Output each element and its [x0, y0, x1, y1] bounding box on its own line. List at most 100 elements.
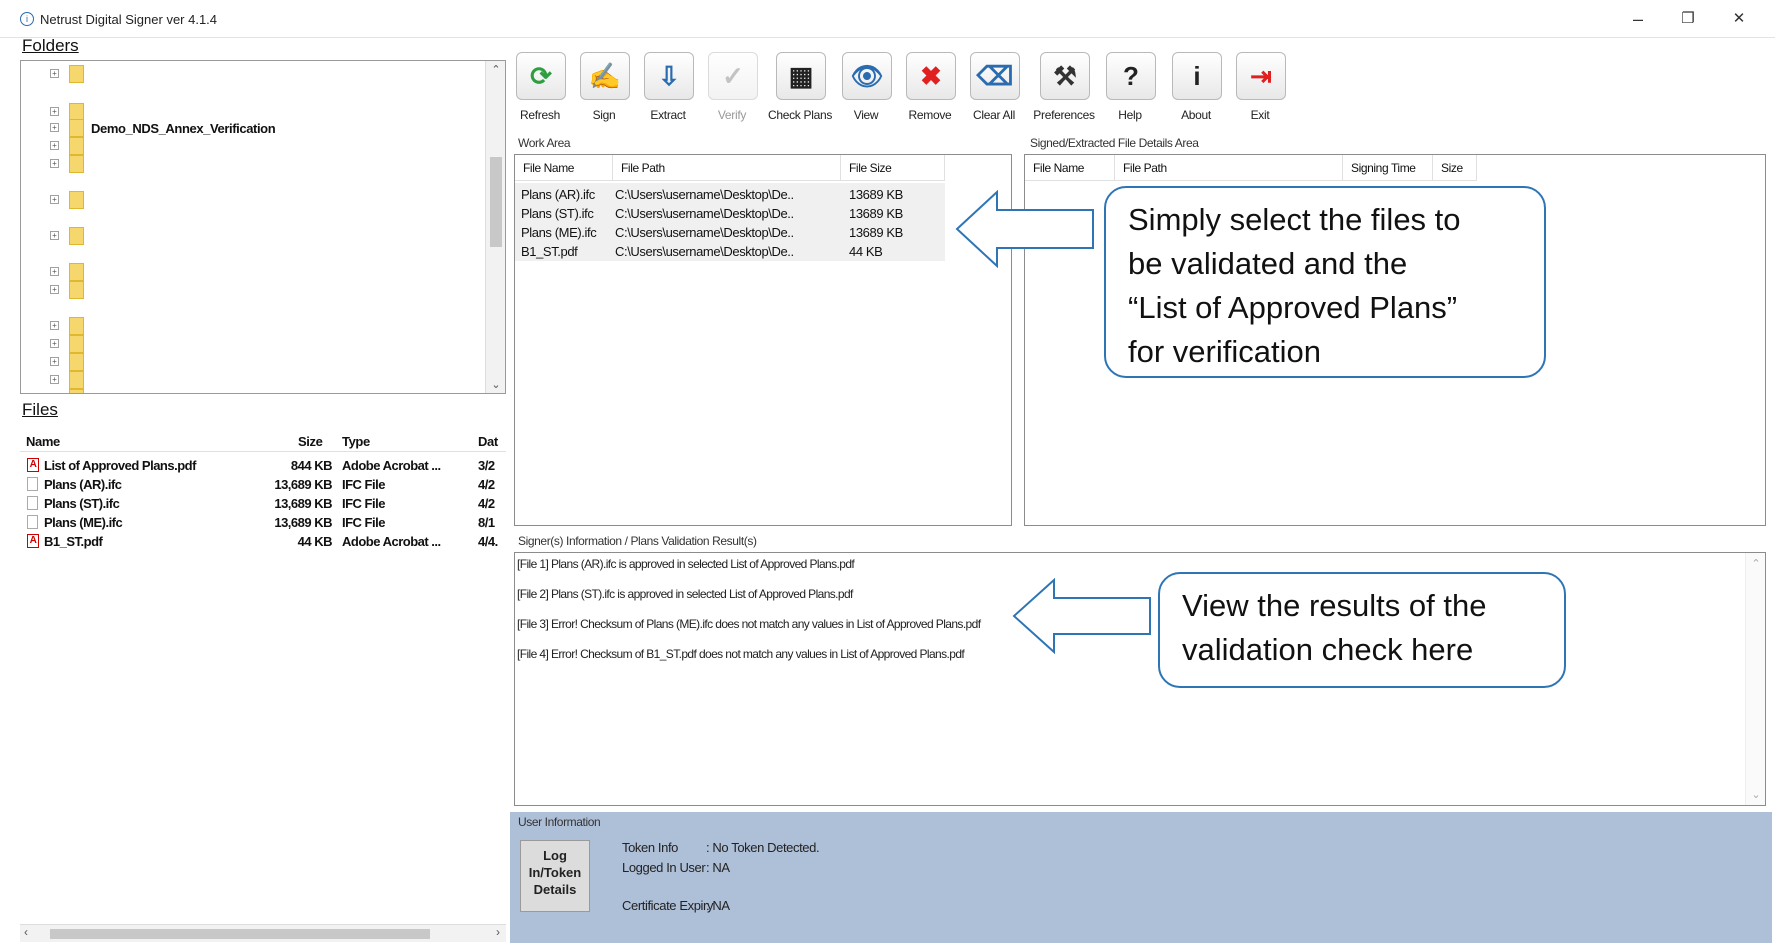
- preferences-button[interactable]: ⚒ Preferences: [1030, 52, 1098, 126]
- folder-tree-item[interactable]: +: [21, 389, 481, 394]
- toolbar: ⟳ Refresh ✍ Sign ⇩ Extract ✓ Verify ▦ Check Plans…: [510, 48, 1772, 126]
- file-list-item[interactable]: Plans (ST).ifc 13,689 KB IFC File 4/2: [20, 494, 506, 513]
- signed-col-signing-time[interactable]: Signing Time: [1343, 155, 1433, 181]
- expand-plus-icon[interactable]: +: [50, 123, 59, 132]
- clear-all-button[interactable]: ⌫ Clear All: [960, 52, 1028, 126]
- expand-plus-icon[interactable]: +: [50, 195, 59, 204]
- expand-plus-icon[interactable]: +: [50, 321, 59, 330]
- expand-plus-icon[interactable]: +: [50, 339, 59, 348]
- file-name: Plans (ST).ifc: [44, 496, 120, 511]
- expand-plus-icon[interactable]: +: [50, 375, 59, 384]
- verify-button[interactable]: ✓ Verify: [698, 52, 766, 126]
- work-area-row[interactable]: Plans (ME).ifc C:\Users\username\Desktop\…: [515, 223, 945, 242]
- scroll-right-icon[interactable]: ›: [496, 925, 500, 939]
- folder-tree-item[interactable]: +: [21, 263, 481, 281]
- logged-in-user-label: Logged In User: [622, 860, 706, 875]
- maximize-button[interactable]: ❐: [1665, 6, 1711, 32]
- signed-area-header: File Name File Path Signing Time Size: [1025, 155, 1477, 181]
- scroll-up-icon[interactable]: ⌃: [1749, 557, 1763, 570]
- work-file-path: C:\Users\username\Desktop\De..: [615, 244, 794, 259]
- work-area-row[interactable]: Plans (AR).ifc C:\Users\username\Desktop\…: [515, 185, 945, 204]
- folder-tree-item[interactable]: +: [21, 353, 481, 371]
- folders-scrollbar[interactable]: ⌃ ⌄: [485, 61, 505, 393]
- folder-tree-item[interactable]: +: [21, 137, 481, 155]
- folders-tree[interactable]: + + + Demo_NDS_Annex_Verification + + + + + + + + + +…: [20, 60, 506, 394]
- folder-tree-item[interactable]: + Demo_NDS_Annex_Verification: [21, 119, 481, 137]
- exit-button[interactable]: ⇥ Exit: [1226, 52, 1294, 126]
- scroll-up-icon[interactable]: ⌃: [489, 63, 503, 76]
- signed-col-file-name[interactable]: File Name: [1025, 155, 1115, 181]
- work-col-file-size[interactable]: File Size: [841, 155, 945, 181]
- folder-icon: [69, 353, 84, 371]
- minimize-button[interactable]: –: [1615, 6, 1661, 32]
- expand-plus-icon[interactable]: +: [50, 69, 59, 78]
- file-size: 13,689 KB: [274, 496, 332, 511]
- callout-line: “List of Approved Plans”: [1128, 290, 1458, 325]
- view-button[interactable]: 👁 View: [832, 52, 900, 126]
- folder-tree-item[interactable]: +: [21, 191, 481, 209]
- signed-col-file-path[interactable]: File Path: [1115, 155, 1343, 181]
- results-scrollbar[interactable]: ⌃ ⌄: [1745, 553, 1765, 805]
- file-list-item[interactable]: A List of Approved Plans.pdf 844 KB Adobe A…: [20, 456, 506, 475]
- file-icon: [27, 515, 38, 529]
- work-file-size: 13689 KB: [849, 187, 903, 202]
- folder-icon: [69, 119, 84, 137]
- folder-tree-item[interactable]: +: [21, 155, 481, 173]
- scroll-thumb[interactable]: [490, 157, 502, 247]
- files-col-size[interactable]: Size: [298, 434, 323, 449]
- check-plans-button[interactable]: ▦ Check Plans: [766, 52, 834, 126]
- hscroll-thumb[interactable]: [50, 929, 430, 939]
- files-col-date[interactable]: Dat: [478, 434, 498, 449]
- folder-tree-item[interactable]: +: [21, 335, 481, 353]
- scroll-left-icon[interactable]: ‹: [24, 925, 28, 939]
- work-col-file-path[interactable]: File Path: [613, 155, 841, 181]
- expand-plus-icon[interactable]: +: [50, 231, 59, 240]
- pdf-icon: A: [27, 458, 39, 472]
- toolbar-button-label: Help: [1118, 108, 1142, 122]
- file-date: 4/2: [478, 477, 495, 492]
- file-list-item[interactable]: Plans (ME).ifc 13,689 KB IFC File 8/1: [20, 513, 506, 532]
- folder-tree-item[interactable]: +: [21, 371, 481, 389]
- refresh-button[interactable]: ⟳ Refresh: [506, 52, 574, 126]
- expand-plus-icon[interactable]: +: [50, 357, 59, 366]
- file-type: Adobe Acrobat ...: [342, 458, 441, 473]
- folder-icon: [69, 191, 84, 209]
- verify-icon: ✓: [708, 52, 758, 100]
- folder-tree-item[interactable]: +: [21, 65, 481, 83]
- about-button[interactable]: i About: [1162, 52, 1230, 126]
- expand-plus-icon[interactable]: +: [50, 393, 59, 394]
- folder-tree-item[interactable]: +: [21, 317, 481, 335]
- expand-plus-icon[interactable]: +: [50, 285, 59, 294]
- file-list-item[interactable]: A B1_ST.pdf 44 KB Adobe Acrobat ... 4/4.: [20, 532, 506, 551]
- files-list[interactable]: Name Size Type Dat A List of Approved Pla…: [20, 424, 506, 942]
- scroll-down-icon[interactable]: ⌄: [1749, 788, 1763, 801]
- close-button[interactable]: ✕: [1716, 6, 1762, 32]
- extract-button[interactable]: ⇩ Extract: [634, 52, 702, 126]
- files-hscrollbar[interactable]: ‹ ›: [20, 924, 506, 942]
- folder-icon: [69, 65, 84, 83]
- files-col-type[interactable]: Type: [342, 434, 370, 449]
- folder-tree-item[interactable]: +: [21, 227, 481, 245]
- work-area-row[interactable]: B1_ST.pdf C:\Users\username\Desktop\De.. 4…: [515, 242, 945, 261]
- login-token-details-button[interactable]: Log In/Token Details: [520, 840, 590, 912]
- expand-plus-icon[interactable]: +: [50, 141, 59, 150]
- toolbar-button-label: Exit: [1250, 108, 1270, 122]
- expand-plus-icon[interactable]: +: [50, 267, 59, 276]
- token-info-value: : No Token Detected.: [706, 840, 820, 855]
- scroll-down-icon[interactable]: ⌄: [489, 378, 503, 391]
- sign-button[interactable]: ✍ Sign: [570, 52, 638, 126]
- remove-button[interactable]: ✖ Remove: [896, 52, 964, 126]
- help-button[interactable]: ? Help: [1096, 52, 1164, 126]
- signed-col-size[interactable]: Size: [1433, 155, 1477, 181]
- folder-tree-item[interactable]: +: [21, 281, 481, 299]
- work-area-grid[interactable]: File Name File Path File Size Plans (AR)…: [514, 154, 1012, 526]
- work-area-row[interactable]: Plans (ST).ifc C:\Users\username\Desktop\…: [515, 204, 945, 223]
- expand-plus-icon[interactable]: +: [50, 159, 59, 168]
- files-col-name[interactable]: Name: [26, 434, 60, 449]
- work-col-file-name[interactable]: File Name: [515, 155, 613, 181]
- qr-code-icon: ▦: [776, 52, 826, 100]
- file-name: Plans (ME).ifc: [44, 515, 123, 530]
- file-list-item[interactable]: Plans (AR).ifc 13,689 KB IFC File 4/2: [20, 475, 506, 494]
- toolbar-button-label: Extract: [650, 108, 686, 122]
- expand-plus-icon[interactable]: +: [50, 107, 59, 116]
